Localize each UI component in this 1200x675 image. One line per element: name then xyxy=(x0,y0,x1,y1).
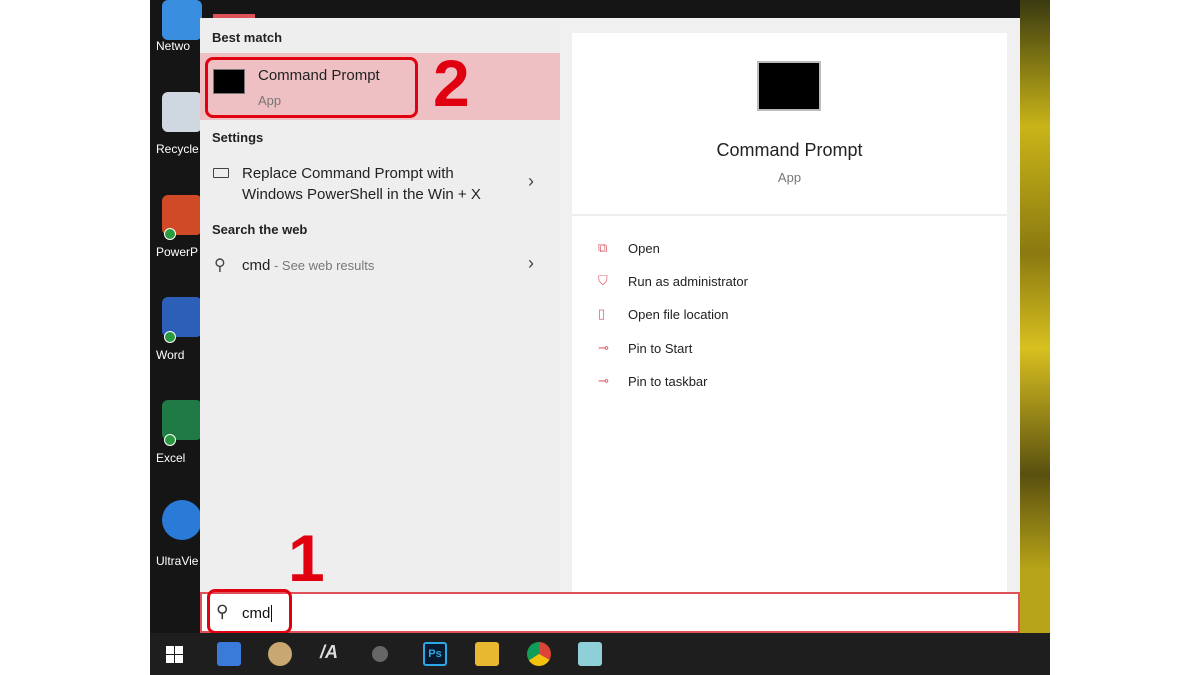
action-label: Pin to taskbar xyxy=(628,373,708,389)
action-label: Run as administrator xyxy=(628,273,748,289)
best-match-header: Best match xyxy=(212,30,283,45)
check-icon xyxy=(164,331,176,343)
paint-icon[interactable] xyxy=(268,642,292,666)
recycle-bin-icon[interactable] xyxy=(162,92,202,132)
preview-title: Command Prompt xyxy=(716,140,863,160)
taskbar: /A Ps xyxy=(150,633,1050,675)
desktop-label: Excel xyxy=(156,451,186,465)
action-pin-to-start[interactable]: ⊸ Pin to Start xyxy=(598,338,692,358)
folder-icon: ▯ xyxy=(598,306,606,321)
pin-icon: ⊸ xyxy=(598,373,609,388)
action-open-file-location[interactable]: ▯ Open file location xyxy=(598,304,728,324)
action-label: Pin to Start xyxy=(628,340,693,356)
command-prompt-large-icon xyxy=(757,61,821,111)
app-hexagon-icon[interactable] xyxy=(372,646,388,662)
photoshop-icon[interactable]: Ps xyxy=(423,642,447,666)
search-icon: ⚲ xyxy=(214,257,226,274)
action-pin-to-taskbar[interactable]: ⊸ Pin to taskbar xyxy=(598,371,708,391)
annotation-number-2: 2 xyxy=(433,46,470,120)
check-icon xyxy=(164,434,176,446)
display-icon xyxy=(213,168,229,178)
preview-header: Command Prompt App xyxy=(572,33,1007,216)
ultraviewer-icon[interactable] xyxy=(162,500,202,540)
annotation-box-2 xyxy=(205,57,418,118)
desktop-label: Netwo xyxy=(156,39,191,53)
desktop-label: PowerP xyxy=(156,245,199,259)
web-header: Search the web xyxy=(212,222,308,237)
desktop-label: UltraVie xyxy=(156,554,199,568)
pin-icon: ⊸ xyxy=(598,340,609,355)
desktop-label: Word xyxy=(156,348,185,362)
network-icon[interactable] xyxy=(162,0,202,40)
notepad-icon[interactable] xyxy=(578,642,602,666)
results-panel: Best match Command Prompt App 2 Settings… xyxy=(200,18,560,595)
action-label: Open xyxy=(628,240,660,256)
start-menu: Best match Command Prompt App 2 Settings… xyxy=(200,18,1020,595)
shield-icon: ⛉ xyxy=(598,273,608,288)
annotation-number-1: 1 xyxy=(288,521,325,595)
chevron-right-icon: › xyxy=(528,253,534,273)
settings-header: Settings xyxy=(212,130,264,145)
preview-subtitle: App xyxy=(777,170,802,185)
action-open[interactable]: ⧉ Open xyxy=(598,238,660,258)
check-icon xyxy=(164,228,176,240)
web-search-item[interactable]: ⚲ cmd - See web results › xyxy=(200,253,560,279)
action-label: Open file location xyxy=(628,306,729,322)
chevron-right-icon: › xyxy=(528,171,534,191)
app-icon[interactable]: /A xyxy=(320,642,344,666)
settings-item[interactable]: Replace Command Prompt with Windows Powe… xyxy=(200,160,560,208)
settings-item-line2: Windows PowerShell in the Win + X xyxy=(242,186,481,203)
web-query: cmd xyxy=(242,257,271,274)
search-box[interactable]: ⚲ cmd xyxy=(200,592,1020,633)
annotation-box-1 xyxy=(207,589,292,634)
file-explorer-icon[interactable] xyxy=(475,642,499,666)
remote-desktop-icon[interactable] xyxy=(217,642,241,666)
wallpaper-flower xyxy=(1020,0,1050,633)
desktop-label: Recycle xyxy=(156,142,199,156)
action-run-as-administrator[interactable]: ⛉ Run as administrator xyxy=(598,271,748,291)
preview-panel: Command Prompt App ⧉ Open ⛉ Run as adminis… xyxy=(572,33,1007,592)
settings-item-line1: Replace Command Prompt with xyxy=(242,165,454,182)
windows-start-icon[interactable] xyxy=(166,646,183,663)
open-icon: ⧉ xyxy=(598,240,608,255)
chrome-icon[interactable] xyxy=(527,642,551,666)
web-suffix: - See web results xyxy=(270,258,375,273)
